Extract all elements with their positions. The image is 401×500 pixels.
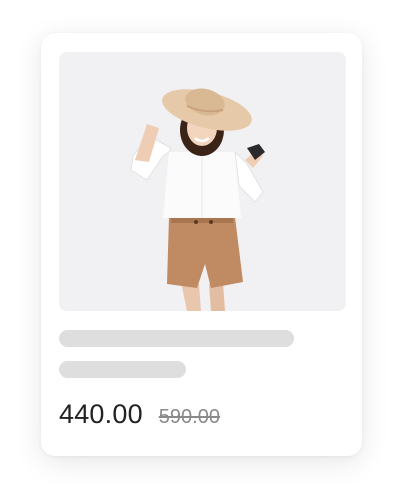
price-row: 440.00 590.00: [59, 399, 220, 430]
product-card[interactable]: 440.00 590.00: [41, 33, 362, 456]
title-skeleton: [59, 330, 294, 347]
product-photo-icon: [59, 52, 346, 311]
original-price: 590.00: [158, 406, 220, 428]
current-price: 440.00: [59, 399, 143, 429]
subtitle-skeleton: [59, 361, 186, 378]
product-image[interactable]: [59, 52, 346, 311]
